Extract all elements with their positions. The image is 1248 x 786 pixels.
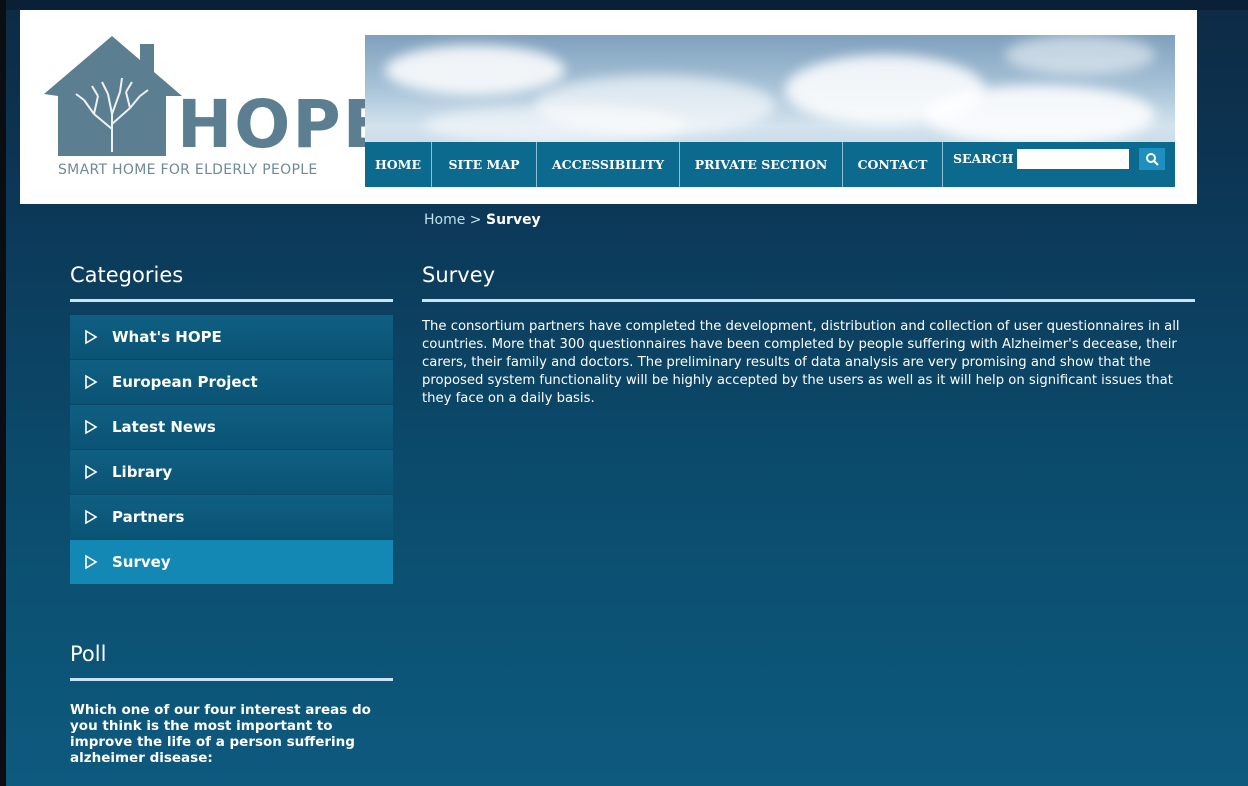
title-divider: [422, 299, 1195, 302]
category-label: Survey: [112, 553, 171, 571]
category-label: What's HOPE: [112, 328, 222, 346]
hope-logo[interactable]: HOPE SMART HOME FOR ELDERLY PEOPLE: [42, 34, 388, 194]
category-label: European Project: [112, 373, 258, 391]
logo-wordmark: HOPE: [177, 86, 390, 163]
nav-private-section[interactable]: PRIVATE SECTION: [680, 142, 843, 187]
triangle-right-icon: [85, 509, 98, 525]
breadcrumb-current: Survey: [485, 212, 541, 228]
breadcrumb-separator: >: [469, 212, 482, 228]
main-navigation: HOME SITE MAP ACCESSIBILITY PRIVATE SECT…: [365, 142, 1175, 187]
window-top-edge: [0, 0, 1248, 10]
categories-heading: Categories: [70, 263, 184, 287]
page-title: Survey: [422, 263, 496, 287]
triangle-right-icon: [85, 419, 98, 435]
site-header: HOPE SMART HOME FOR ELDERLY PEOPLE HOME …: [20, 10, 1197, 204]
category-whats-hope[interactable]: What's HOPE: [70, 315, 393, 359]
category-label: Latest News: [112, 418, 216, 436]
nav-site-map[interactable]: SITE MAP: [432, 142, 537, 187]
category-library[interactable]: Library: [70, 450, 393, 494]
category-label: Library: [112, 463, 173, 481]
search-label: SEARCH: [953, 151, 1014, 166]
category-european-project[interactable]: European Project: [70, 360, 393, 404]
search-input[interactable]: [1017, 148, 1130, 169]
triangle-right-icon: [85, 329, 98, 345]
nav-contact[interactable]: CONTACT: [843, 142, 943, 187]
category-survey[interactable]: Survey: [70, 540, 393, 584]
triangle-right-icon: [85, 374, 98, 390]
poll-divider: [70, 678, 393, 681]
search-box: SEARCH: [943, 142, 1175, 187]
breadcrumb: Home > Survey: [424, 212, 541, 228]
nav-home[interactable]: HOME: [365, 142, 432, 187]
category-partners[interactable]: Partners: [70, 495, 393, 539]
breadcrumb-home-link[interactable]: Home: [424, 212, 465, 228]
search-button[interactable]: [1139, 147, 1166, 170]
categories-divider: [70, 299, 393, 302]
category-label: Partners: [112, 508, 185, 526]
categories-menu: What's HOPE European Project Latest News…: [70, 315, 393, 585]
category-latest-news[interactable]: Latest News: [70, 405, 393, 449]
survey-body-text: The consortium partners have completed t…: [422, 319, 1180, 406]
logo-tagline: SMART HOME FOR ELDERLY PEOPLE: [58, 162, 318, 178]
triangle-right-icon: [85, 554, 98, 570]
window-left-edge: [0, 0, 6, 786]
magnifier-icon: [1146, 152, 1160, 166]
poll-heading: Poll: [70, 642, 107, 666]
nav-accessibility[interactable]: ACCESSIBILITY: [537, 142, 680, 187]
poll-question: Which one of our four interest areas do …: [70, 702, 371, 766]
triangle-right-icon: [85, 464, 98, 480]
